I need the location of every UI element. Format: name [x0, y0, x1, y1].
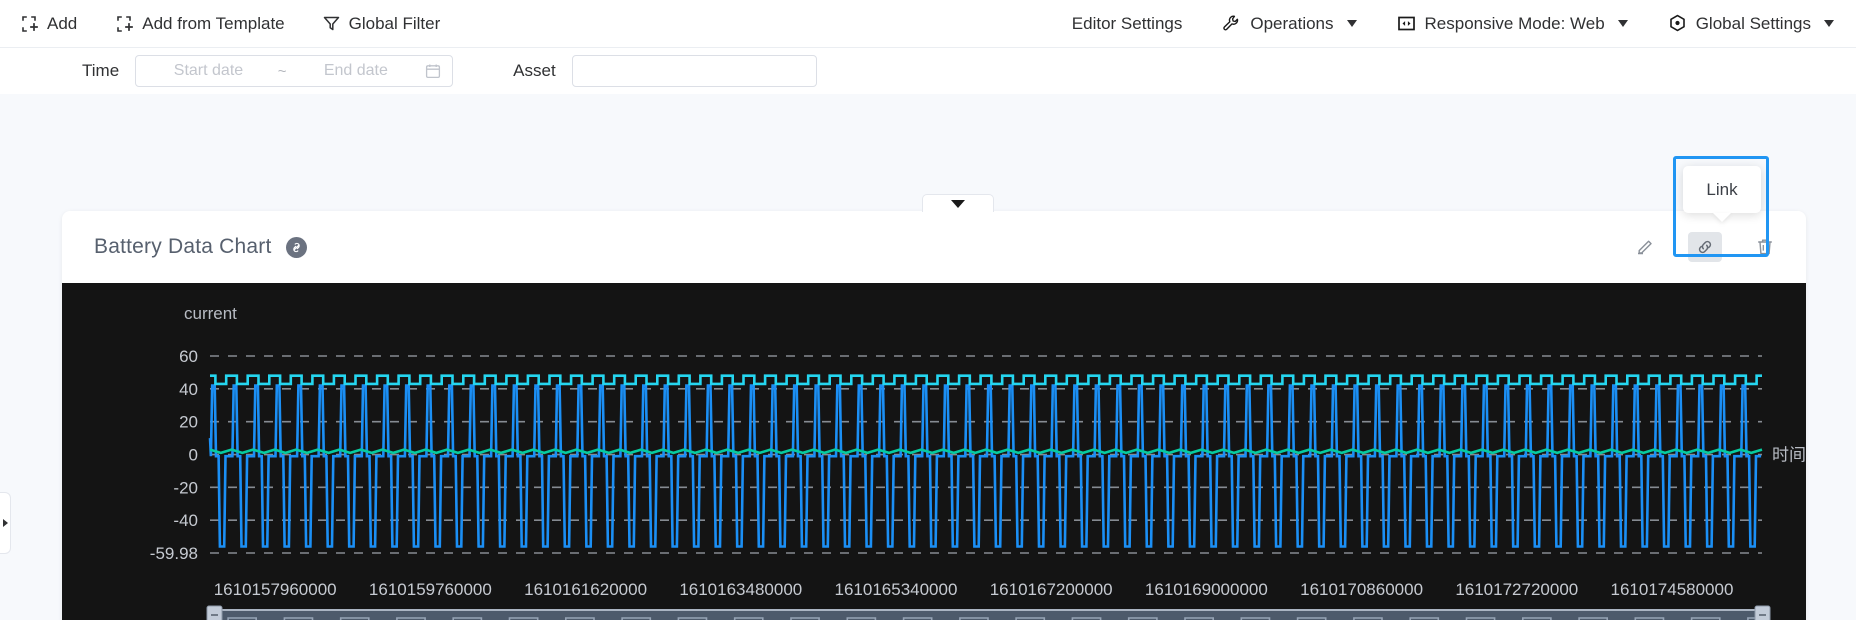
global-settings-label: Global Settings — [1695, 14, 1811, 33]
add-from-template-button[interactable]: Add from Template — [115, 14, 285, 33]
chart-title: Battery Data Chart — [94, 235, 272, 258]
asset-filter-label: Asset — [513, 61, 556, 80]
filter-bar: Time Start date ~ End date Asset — [0, 48, 1856, 94]
editor-settings-label: Editor Settings — [1071, 14, 1183, 33]
chart-card-header: Battery Data Chart — [62, 211, 1806, 283]
app-root: Add Add from Template Global Filter Edit… — [0, 0, 1856, 620]
delete-chart-button[interactable] — [1748, 232, 1782, 262]
dashboard-canvas: Battery Data Chart current 60 40 20 0 -2… — [0, 94, 1856, 620]
chevron-down-icon — [1346, 20, 1357, 27]
svg-text:1610167200000: 1610167200000 — [990, 580, 1113, 599]
toolbar-left-group: Add Add from Template Global Filter — [0, 15, 440, 33]
pencil-icon — [1638, 240, 1652, 255]
chevron-down-icon — [1824, 20, 1834, 27]
operations-label: Operations — [1250, 14, 1334, 33]
add-button[interactable]: Add — [20, 15, 77, 33]
add-button-label: Add — [47, 14, 78, 33]
editor-settings-button[interactable]: Editor Settings — [1072, 15, 1183, 32]
svg-text:-20: -20 — [173, 478, 198, 497]
global-filter-label: Global Filter — [348, 14, 441, 33]
operations-menu[interactable]: Operations — [1222, 14, 1357, 33]
svg-text:60: 60 — [179, 347, 198, 366]
time-filter-label: Time — [82, 61, 120, 80]
left-panel-expand-tab[interactable] — [0, 492, 11, 554]
svg-text:-59.98: -59.98 — [150, 544, 198, 563]
chart-canvas[interactable]: current 60 40 20 0 -20 -40 -59.98 1610157960000 1… — [62, 283, 1806, 620]
filter-funnel-icon — [323, 15, 340, 32]
svg-text:1610170860000: 1610170860000 — [1300, 580, 1423, 599]
trash-icon — [1758, 239, 1772, 255]
svg-text:1610163480000: 1610163480000 — [679, 580, 802, 599]
svg-text:1610161620000: 1610161620000 — [524, 580, 647, 599]
asset-input[interactable] — [571, 55, 817, 87]
chevron-right-icon — [3, 519, 8, 527]
global-settings-menu[interactable]: Global Settings — [1668, 14, 1834, 33]
svg-text:40: 40 — [179, 380, 198, 399]
chart-card: Battery Data Chart current 60 40 20 0 -2… — [62, 211, 1806, 620]
svg-text:1610157960000: 1610157960000 — [214, 580, 337, 599]
echarts-plot[interactable]: current 60 40 20 0 -20 -40 -59.98 1610157960000 1… — [62, 283, 1806, 620]
svg-text:时间: 时间 — [1772, 446, 1806, 465]
global-filter-button[interactable]: Global Filter — [323, 14, 441, 33]
edit-chart-button[interactable] — [1628, 232, 1662, 262]
svg-text:20: 20 — [179, 413, 198, 432]
add-square-icon — [20, 15, 38, 33]
responsive-mode-menu[interactable]: Responsive Mode: Web — [1397, 14, 1628, 33]
responsive-arrows-icon — [1397, 14, 1416, 33]
add-square-icon — [115, 15, 134, 33]
svg-text:current: current — [184, 304, 237, 323]
svg-text:-40: -40 — [173, 511, 198, 530]
svg-text:1610172720000: 1610172720000 — [1455, 580, 1578, 599]
svg-text:1610169000000: 1610169000000 — [1145, 580, 1268, 599]
add-from-template-label: Add from Template — [142, 14, 285, 33]
svg-text:0: 0 — [189, 446, 198, 465]
end-date-input[interactable]: End date — [295, 62, 418, 80]
link-chain-badge-icon — [285, 236, 307, 258]
chevron-down-icon — [951, 199, 965, 208]
wrench-icon — [1222, 14, 1241, 33]
chain-link-icon — [1698, 240, 1712, 254]
link-tooltip: Link — [1683, 166, 1761, 213]
range-separator: ~ — [277, 62, 287, 80]
chart-card-actions — [1628, 232, 1788, 262]
svg-text:1610165340000: 1610165340000 — [835, 580, 958, 599]
top-toolbar: Add Add from Template Global Filter Edit… — [0, 0, 1856, 48]
svg-text:1610159760000: 1610159760000 — [369, 580, 492, 599]
svg-text:1610174580000: 1610174580000 — [1611, 580, 1734, 599]
gear-hex-icon — [1668, 14, 1687, 33]
calendar-icon — [425, 63, 441, 79]
start-date-input[interactable]: Start date — [147, 62, 270, 80]
filter-collapse-tab[interactable] — [922, 194, 994, 212]
responsive-mode-label: Responsive Mode: Web — [1424, 14, 1605, 33]
date-range-picker[interactable]: Start date ~ End date — [135, 55, 454, 87]
toolbar-right-group: Editor Settings Operations Responsive Mo… — [1072, 14, 1856, 33]
chevron-down-icon — [1617, 20, 1628, 27]
link-chart-button[interactable] — [1688, 232, 1722, 262]
